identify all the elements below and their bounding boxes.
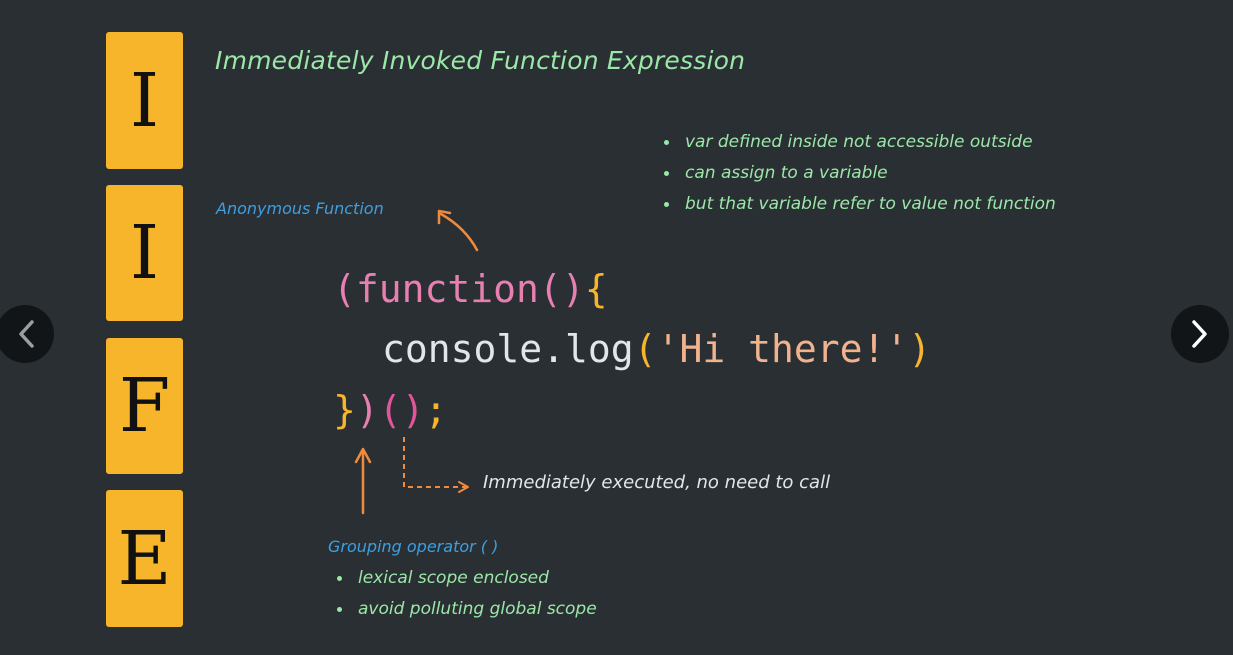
immediately-executed-note: Immediately executed, no need to call bbox=[483, 472, 831, 493]
chevron-left-icon bbox=[19, 320, 34, 348]
grouping-item: lexical scope enclosed bbox=[337, 563, 597, 594]
grouping-operator-label: Grouping operator ( ) bbox=[328, 537, 499, 556]
anonymous-function-arrow bbox=[439, 212, 479, 252]
chevron-right-icon bbox=[1192, 320, 1207, 348]
next-slide-button[interactable] bbox=[1171, 305, 1229, 363]
annotation-arrows bbox=[354, 209, 479, 515]
grouping-item-text: avoid polluting global scope bbox=[358, 599, 597, 619]
grouping-operator-list: lexical scope enclosed avoid polluting g… bbox=[337, 563, 597, 625]
bullet-icon bbox=[337, 606, 342, 612]
slide: I I F E Immediately Invoked Function Exp… bbox=[0, 0, 1233, 655]
execution-arrow bbox=[403, 437, 466, 488]
previous-slide-button[interactable] bbox=[0, 305, 54, 363]
grouping-item-text: lexical scope enclosed bbox=[358, 568, 549, 588]
grouping-item: avoid polluting global scope bbox=[337, 594, 597, 625]
bullet-icon bbox=[337, 575, 342, 581]
